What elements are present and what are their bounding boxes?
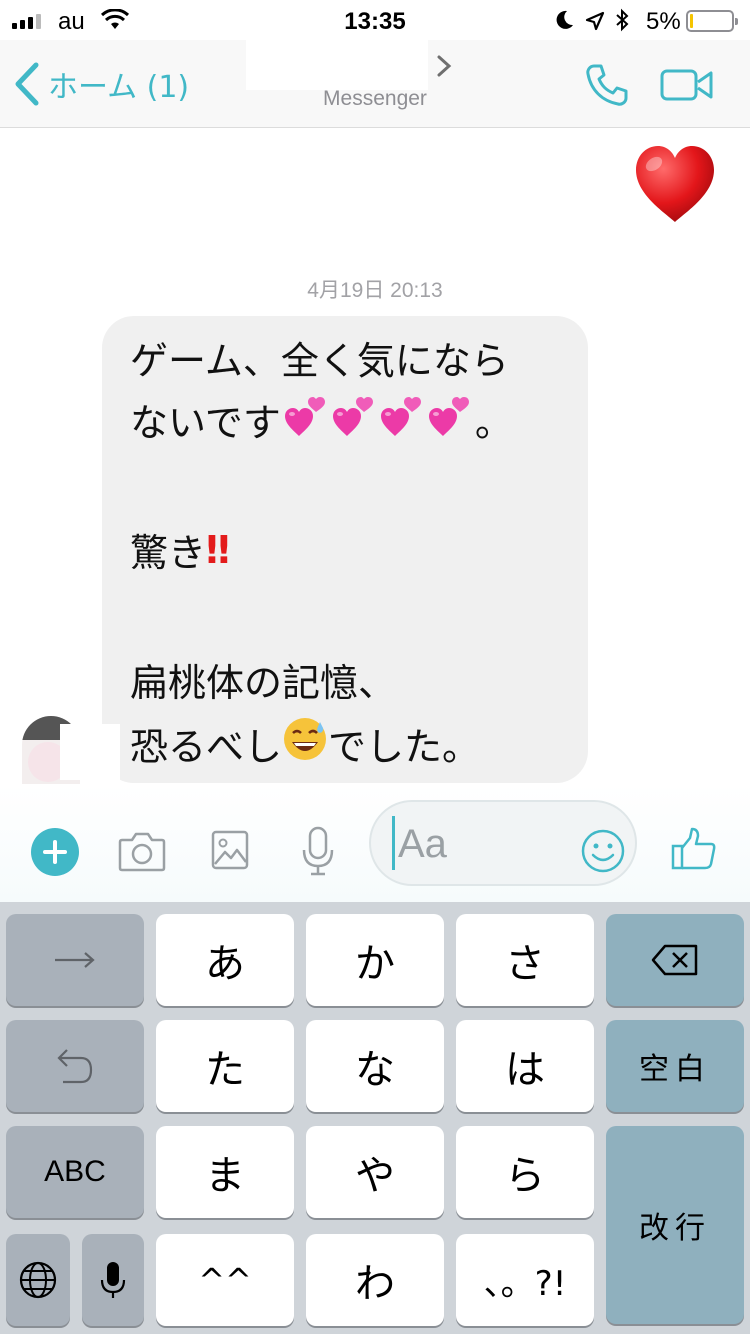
key-na[interactable]: な xyxy=(306,1020,444,1112)
more-actions-plus-icon[interactable] xyxy=(31,828,79,876)
phone-call-icon[interactable] xyxy=(584,62,630,112)
two-hearts-emoji xyxy=(283,392,329,447)
message-timestamp: 4月19日 20:13 xyxy=(307,279,443,302)
status-time: 13:35 xyxy=(344,8,406,35)
location-arrow-icon xyxy=(585,10,605,38)
key-ta[interactable]: た xyxy=(156,1020,294,1112)
two-hearts-emoji-group xyxy=(283,392,475,447)
globe-icon[interactable] xyxy=(6,1234,70,1326)
key-wa[interactable]: わ xyxy=(306,1234,444,1326)
message-line-5-end: でした。 xyxy=(328,725,481,769)
abc-mode-key[interactable]: ABC xyxy=(6,1126,144,1218)
emoji-smiley-icon[interactable] xyxy=(580,828,626,878)
conversation-header: ホーム (1) Messenger xyxy=(0,40,750,128)
key-sa[interactable]: さ xyxy=(456,914,594,1006)
undo-key[interactable] xyxy=(6,1020,144,1112)
undo-arrow-icon xyxy=(57,1049,93,1084)
message-line-2-text: ないです xyxy=(130,401,281,445)
key-ma[interactable]: ま xyxy=(156,1126,294,1218)
key-punctuation[interactable]: 、。?! xyxy=(456,1234,594,1326)
two-hearts-emoji xyxy=(427,392,473,447)
bluetooth-icon xyxy=(615,8,629,39)
two-hearts-emoji xyxy=(331,392,377,447)
key-a[interactable]: あ xyxy=(156,914,294,1006)
double-exclamation-emoji: ‼ xyxy=(206,527,230,572)
chevron-right-icon[interactable] xyxy=(436,52,452,85)
battery-icon xyxy=(686,10,738,32)
key-ya[interactable]: や xyxy=(306,1126,444,1218)
message-line-5: 恐るべし でした。 xyxy=(130,716,480,771)
key-ra[interactable]: ら xyxy=(456,1126,594,1218)
message-line-3-text: 驚き xyxy=(130,531,207,575)
key-ka[interactable]: か xyxy=(306,914,444,1006)
next-candidate-arrow-key[interactable] xyxy=(6,914,144,1006)
voice-microphone-icon[interactable] xyxy=(302,826,334,880)
return-key[interactable]: 改行 xyxy=(606,1126,744,1324)
message-line-5-text: 恐るべし xyxy=(130,725,283,769)
sent-heart-emoji[interactable] xyxy=(632,142,718,232)
key-ha[interactable]: は xyxy=(456,1020,594,1112)
redacted-overlay xyxy=(60,724,120,780)
text-cursor xyxy=(392,816,395,870)
message-line-4: 扁桃体の記憶、 xyxy=(130,661,397,705)
contact-name-redacted[interactable] xyxy=(246,40,428,90)
space-key[interactable]: 空白 xyxy=(606,1020,744,1112)
two-hearts-emoji xyxy=(379,392,425,447)
thumbs-up-like-icon[interactable] xyxy=(670,826,718,876)
do-not-disturb-moon-icon xyxy=(555,9,575,38)
camera-icon[interactable] xyxy=(118,830,166,876)
message-line-2: ないです 。 xyxy=(130,392,513,447)
input-placeholder: Aa xyxy=(398,822,447,866)
sweat-smile-emoji xyxy=(282,716,328,771)
dictation-microphone-icon[interactable] xyxy=(82,1234,144,1326)
key-caret-emoticon[interactable]: ^^ xyxy=(156,1234,294,1326)
header-subtitle: Messenger xyxy=(323,87,427,110)
photo-gallery-icon[interactable] xyxy=(211,830,249,874)
delete-icon xyxy=(651,944,698,976)
backspace-key[interactable] xyxy=(606,914,744,1006)
message-line-1: ゲーム、全く気になら xyxy=(130,339,509,383)
video-call-icon[interactable] xyxy=(660,68,714,106)
battery-percent: 5% xyxy=(646,8,681,35)
message-line-3: 驚き ‼ xyxy=(130,522,230,577)
status-bar: au 13:35 5% xyxy=(0,0,750,40)
messenger-chat-screen: au 13:35 5% ホーム (1) Messenger 4月19日 20:1… xyxy=(0,0,750,1334)
message-line-2-end: 。 xyxy=(474,401,513,445)
